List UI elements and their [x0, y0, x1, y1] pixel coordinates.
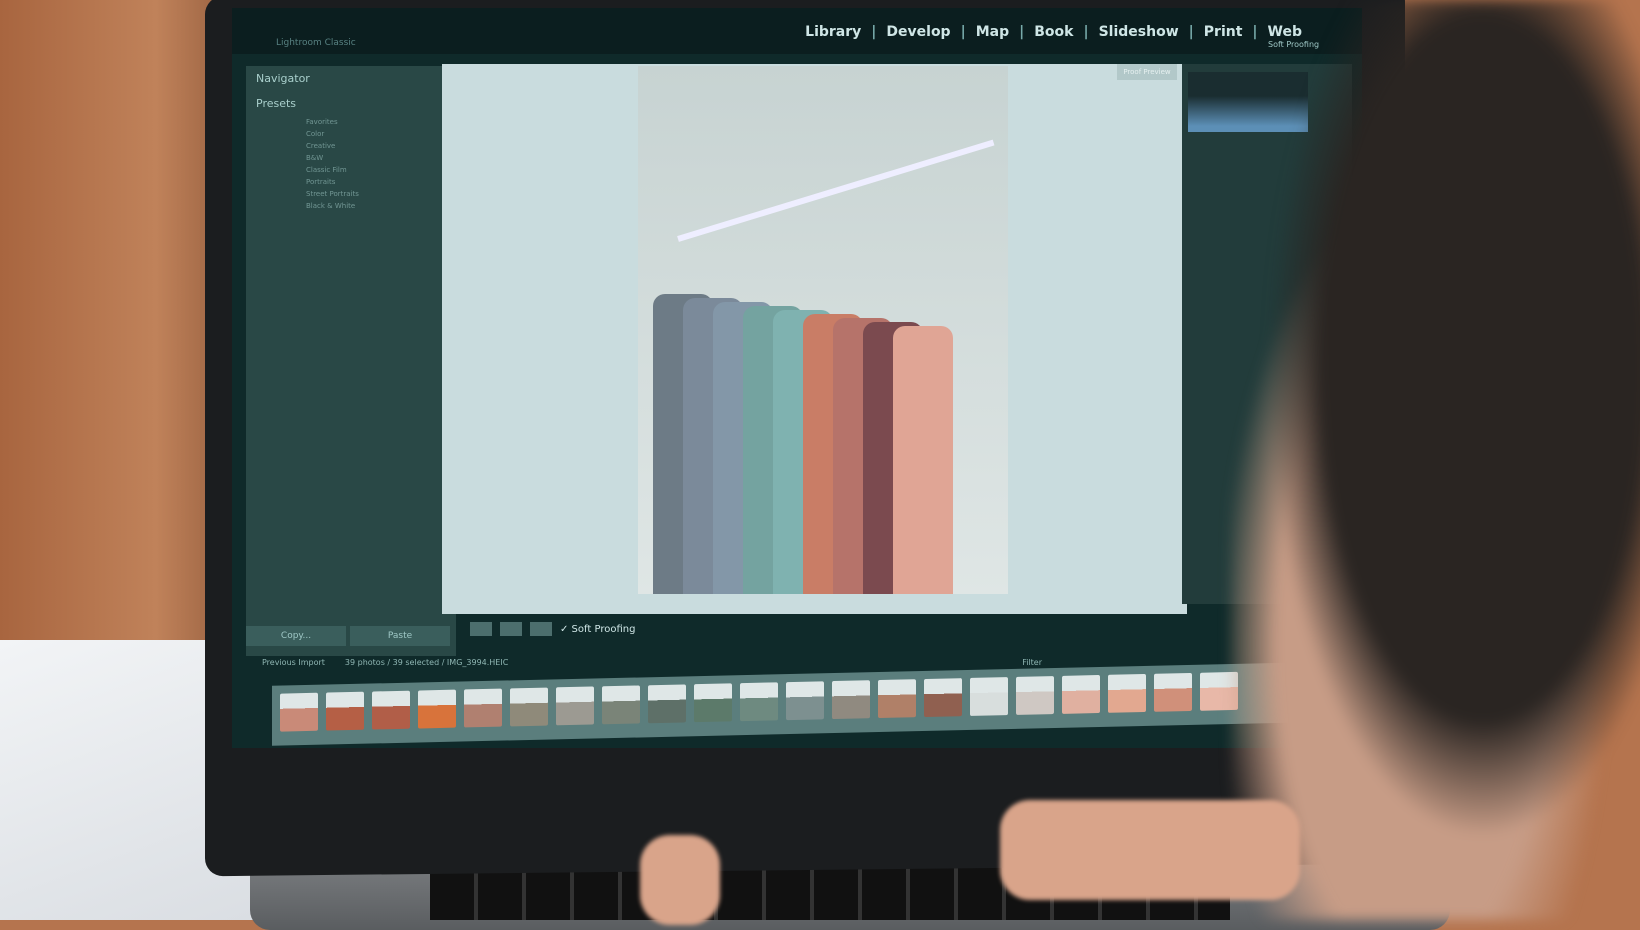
toolbar: ✓ Soft Proofing — [462, 618, 1192, 640]
preset-item[interactable]: Black & White — [246, 200, 456, 212]
soft-proofing-checkbox[interactable]: ✓ Soft Proofing — [560, 624, 635, 635]
module-slideshow[interactable]: Slideshow — [1099, 24, 1179, 40]
filmstrip — [272, 662, 1312, 746]
filmstrip-thumbnail[interactable] — [510, 687, 548, 727]
preset-item[interactable]: Street Portraits — [246, 188, 456, 200]
left-panel: Navigator Presets Favorites Color Creative… — [246, 66, 456, 656]
filmstrip-header: Previous Import 39 photos / 39 selected … — [262, 653, 1042, 671]
filmstrip-thumbnail[interactable] — [1108, 673, 1146, 713]
filmstrip-thumbnail[interactable] — [970, 677, 1008, 716]
right-hand — [1000, 800, 1300, 900]
filmstrip-thumbnail[interactable] — [326, 691, 364, 731]
module-map[interactable]: Map — [976, 24, 1009, 40]
filmstrip-thumbnail[interactable] — [832, 680, 870, 720]
module-book[interactable]: Book — [1034, 24, 1073, 40]
module-separator: | — [871, 24, 877, 40]
preset-item[interactable]: Portraits — [246, 176, 456, 188]
module-picker: Library | Develop | Map | Book | Slideshow | Print… — [805, 24, 1302, 40]
filmstrip-thumbnail[interactable] — [280, 692, 318, 732]
photo-clothes-rack — [638, 66, 1008, 594]
filmstrip-thumbnail[interactable] — [602, 685, 640, 725]
filmstrip-thumbnail[interactable] — [1062, 675, 1100, 714]
preset-item[interactable]: Color — [246, 128, 456, 140]
preset-item[interactable]: Creative — [246, 140, 456, 152]
preset-item[interactable]: Classic Film — [246, 164, 456, 176]
lightroom-screen: Lightroom Classic Library | Develop | Map | Bo… — [232, 8, 1362, 748]
module-separator: | — [1083, 24, 1089, 40]
filmstrip-thumbnail[interactable] — [878, 679, 916, 719]
before-after-button[interactable] — [500, 622, 522, 636]
filmstrip-thumbnail[interactable] — [1154, 672, 1192, 712]
module-library[interactable]: Library — [805, 24, 861, 40]
filmstrip-thumbnail[interactable] — [694, 683, 732, 723]
copy-button[interactable]: Copy... — [246, 626, 346, 646]
module-develop[interactable]: Develop — [886, 24, 950, 40]
compare-button[interactable] — [530, 622, 552, 636]
loupe-view-button[interactable] — [470, 622, 492, 636]
module-separator: | — [1019, 24, 1025, 40]
filmstrip-thumbnail[interactable] — [464, 688, 502, 728]
soft-proofing-label: Soft Proofing — [1268, 40, 1320, 49]
filmstrip-thumbnail[interactable] — [924, 678, 962, 718]
left-hand — [640, 835, 720, 925]
filmstrip-thumbnail[interactable] — [740, 682, 778, 722]
shirt — [893, 326, 953, 594]
identity-plate: Lightroom Classic — [276, 38, 356, 48]
image-canvas: Proof Preview — [442, 64, 1187, 614]
preset-item[interactable]: B&W — [246, 152, 456, 164]
navigator-header[interactable]: Navigator — [246, 66, 456, 91]
module-separator: | — [960, 24, 966, 40]
filter-label[interactable]: Filter — [1022, 658, 1042, 667]
top-bar: Lightroom Classic Library | Develop | Map | Bo… — [232, 8, 1362, 54]
filmstrip-thumbnail[interactable] — [372, 690, 410, 730]
module-separator: | — [1188, 24, 1194, 40]
filmstrip-thumbnail[interactable] — [556, 686, 594, 726]
source-label[interactable]: Previous Import — [262, 658, 325, 667]
presets-header[interactable]: Presets — [246, 91, 456, 116]
filmstrip-thumbnail[interactable] — [786, 681, 824, 721]
filmstrip-thumbnail[interactable] — [418, 689, 456, 729]
filmstrip-thumbnail[interactable] — [648, 684, 686, 724]
clothes-rail — [677, 139, 995, 242]
proof-preview-label: Proof Preview — [1117, 64, 1177, 80]
paste-button[interactable]: Paste — [350, 626, 450, 646]
photo-count: 39 photos / 39 selected / IMG_3994.HEIC — [344, 657, 509, 667]
filmstrip-thumbnail[interactable] — [1016, 676, 1054, 715]
person-head — [1230, 0, 1640, 920]
preset-item[interactable]: Favorites — [246, 116, 456, 128]
